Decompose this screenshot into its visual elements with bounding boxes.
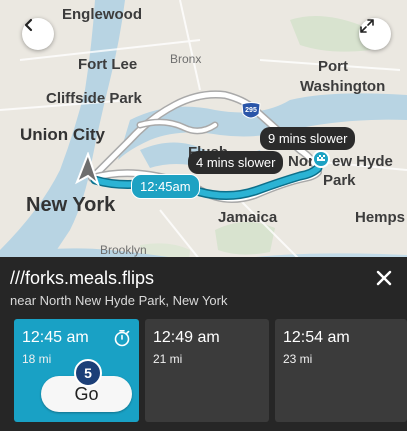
place-label-new-hyde: ew Hyde bbox=[332, 153, 393, 170]
route-option-card[interactable]: 12:54 am 23 mi bbox=[275, 319, 407, 422]
flag-pin-icon[interactable] bbox=[311, 149, 331, 169]
route-option-card[interactable]: 12:45 am 18 mi 5 Go bbox=[14, 319, 139, 422]
place-label-englewood: Englewood bbox=[62, 6, 142, 23]
route-option-card[interactable]: 12:49 am 21 mi bbox=[145, 319, 269, 422]
highway-shield-icon: 295 bbox=[240, 102, 262, 122]
route-delay-bubble-9[interactable]: 9 mins slower bbox=[260, 127, 356, 150]
place-label-port: Port bbox=[318, 58, 348, 75]
expand-icon bbox=[360, 19, 374, 33]
place-label-fort-lee: Fort Lee bbox=[78, 56, 138, 73]
chevron-left-icon bbox=[24, 18, 33, 32]
place-label-park: Park bbox=[323, 172, 356, 189]
back-button[interactable] bbox=[22, 18, 54, 50]
route-arrival-time: 12:49 am bbox=[153, 329, 220, 346]
destination-subtitle: near North New Hyde Park, New York bbox=[10, 293, 228, 308]
place-label-north: Nor bbox=[288, 153, 314, 170]
place-label-brooklyn: Brooklyn bbox=[100, 243, 147, 257]
route-panel: ///forks.meals.flips near North New Hyde… bbox=[0, 257, 407, 431]
place-label-cliffside-park: Cliffside Park bbox=[46, 90, 142, 107]
app-frame: Englewood Bronx Fort Lee Port Washington… bbox=[0, 0, 407, 431]
route-delay-bubble-4[interactable]: 4 mins slower bbox=[188, 151, 284, 174]
route-arrival-time: 12:45 am bbox=[22, 329, 89, 346]
destination-title: ///forks.meals.flips bbox=[10, 268, 155, 288]
map-view[interactable]: Englewood Bronx Fort Lee Port Washington… bbox=[0, 0, 407, 275]
place-label-hempstead: Hemps bbox=[355, 209, 406, 226]
step-badge: 5 bbox=[74, 359, 102, 387]
route-eta-bubble[interactable]: 12:45am bbox=[131, 174, 200, 199]
place-label-union-city: Union City bbox=[20, 125, 105, 144]
place-label-new-york: New York bbox=[26, 194, 116, 216]
place-label-jamaica: Jamaica bbox=[218, 209, 278, 226]
current-location-arrow-icon bbox=[74, 152, 100, 186]
highway-shield-label: 295 bbox=[245, 107, 257, 114]
place-label-bronx: Bronx bbox=[170, 52, 202, 66]
expand-map-button[interactable] bbox=[359, 18, 391, 50]
route-distance: 18 mi bbox=[22, 352, 52, 366]
close-button[interactable] bbox=[373, 267, 395, 289]
route-arrival-time: 12:54 am bbox=[283, 329, 350, 346]
route-distance: 23 mi bbox=[283, 352, 313, 366]
stopwatch-icon[interactable] bbox=[113, 329, 131, 347]
route-distance: 21 mi bbox=[153, 352, 183, 366]
close-icon bbox=[376, 270, 392, 286]
place-label-washington: Washington bbox=[300, 78, 386, 95]
